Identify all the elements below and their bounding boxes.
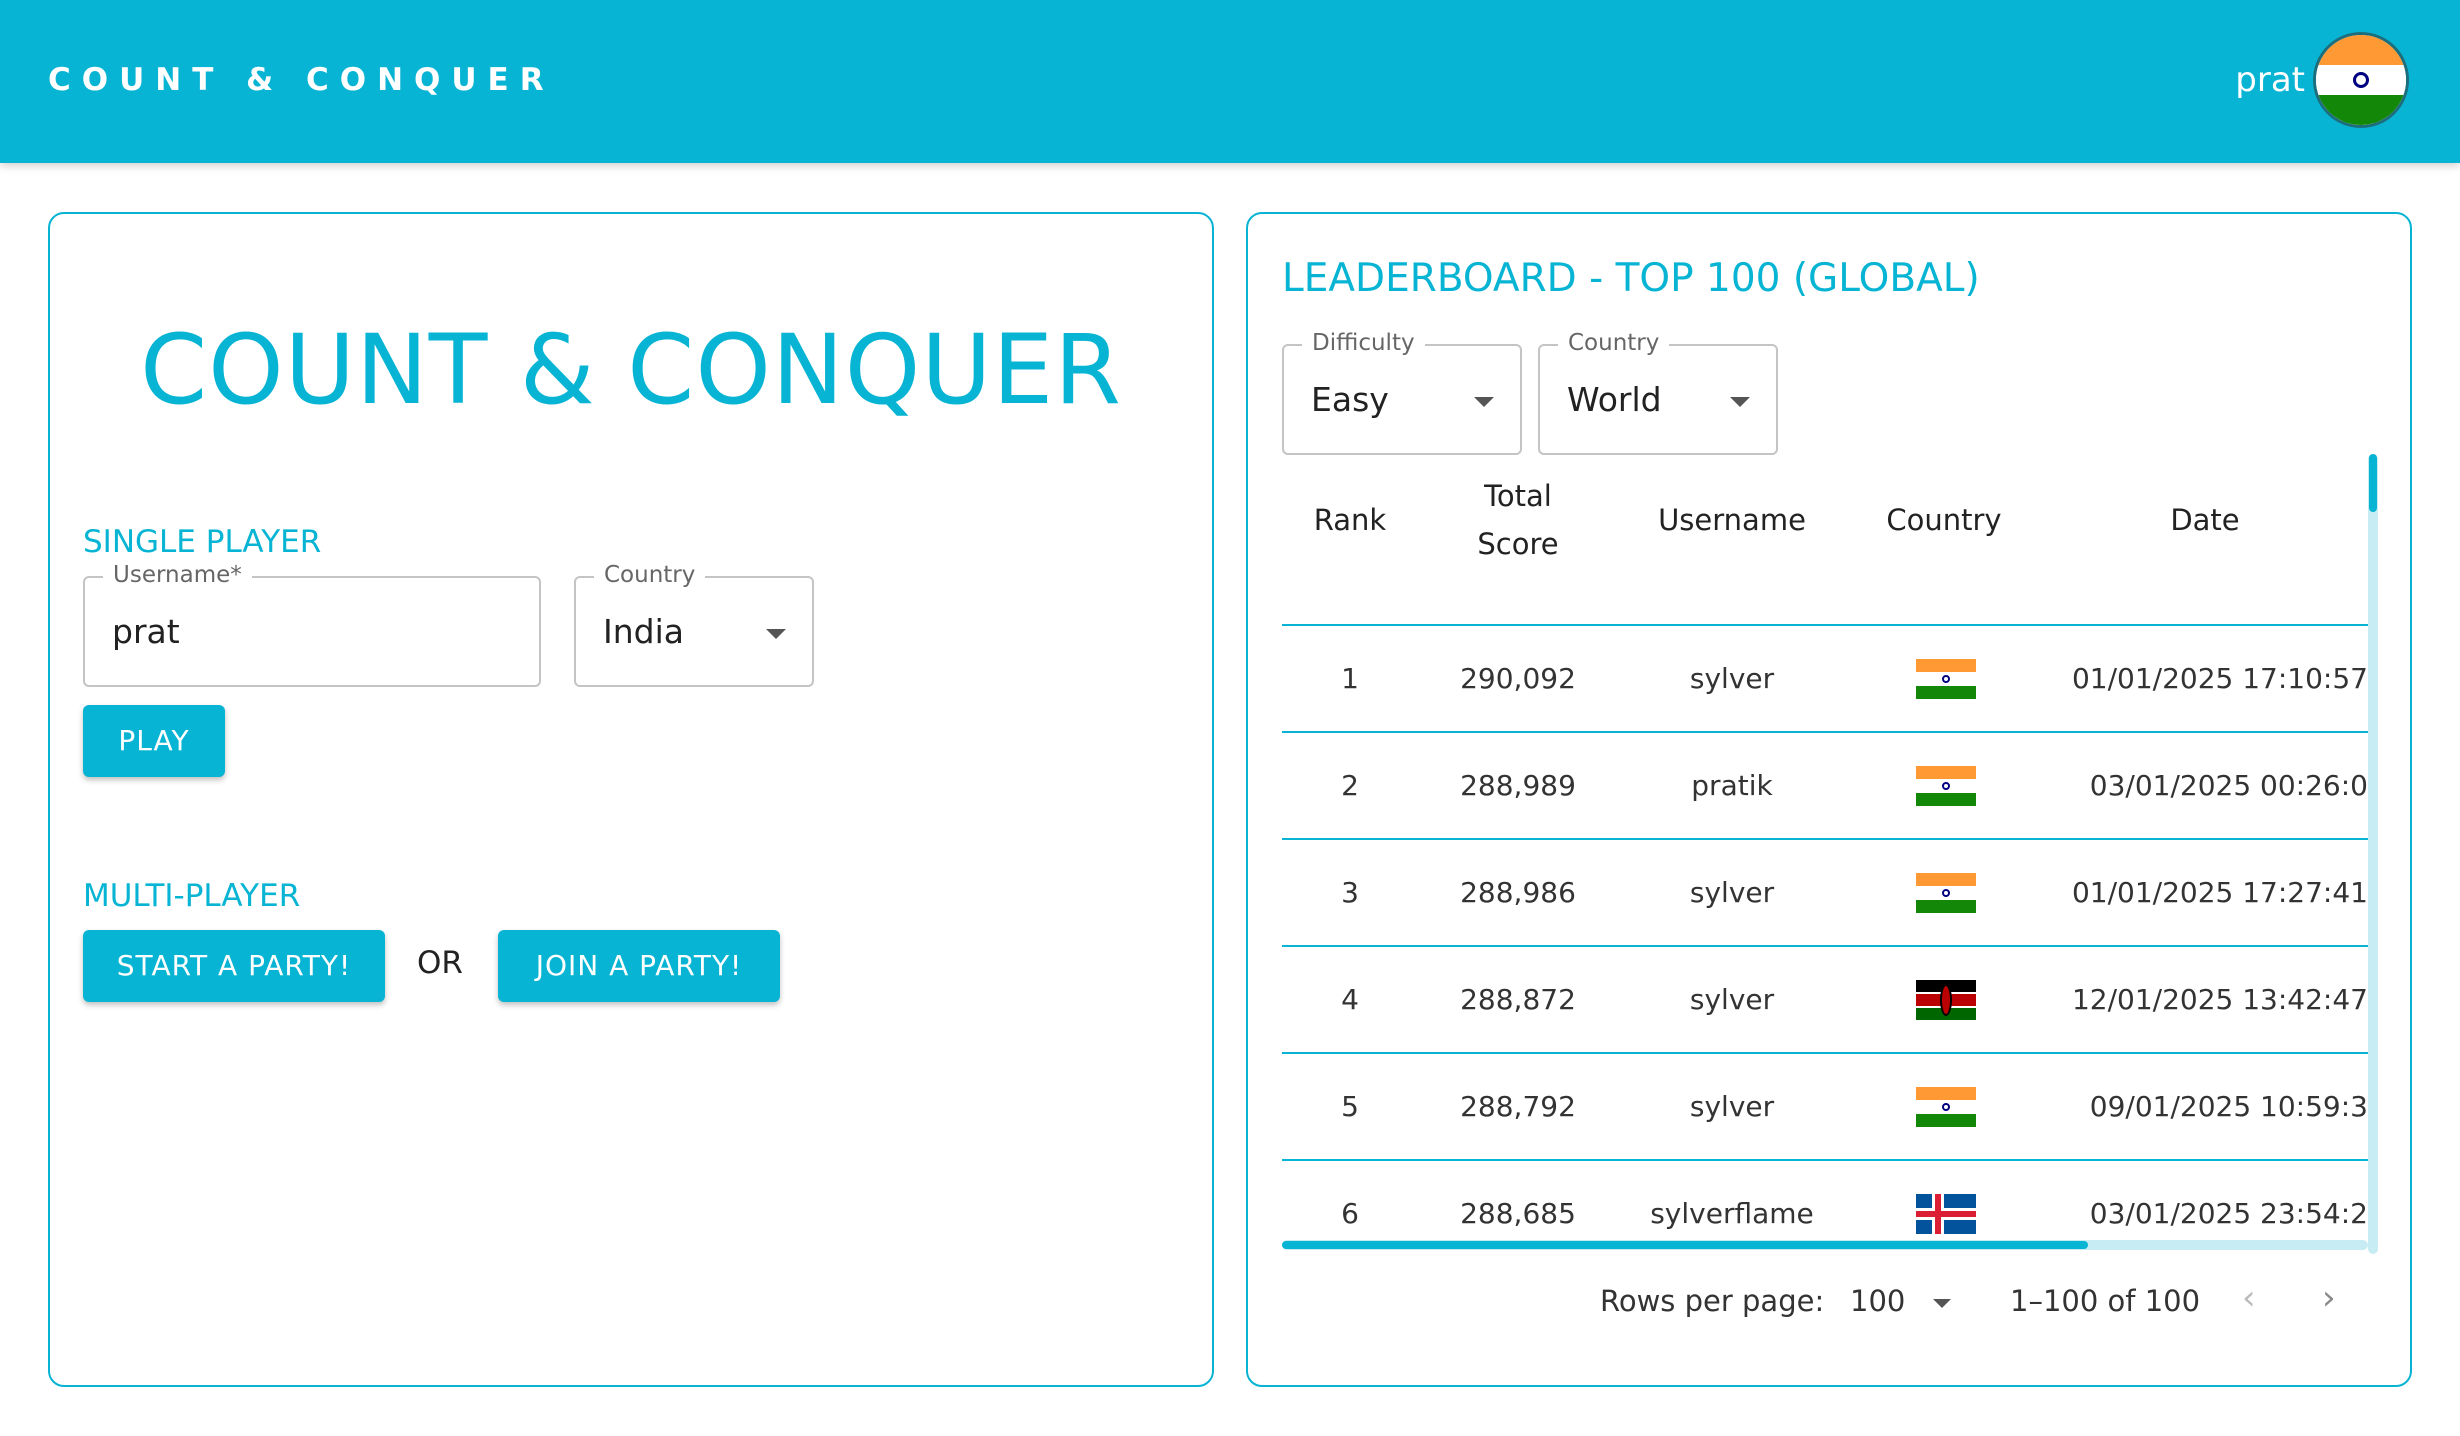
date-cell: 03/01/2025 23:54:2 [2089, 1197, 2368, 1230]
table-row[interactable]: 4 288,872 sylver 12/01/2025 13:42:47 [1282, 945, 2368, 1053]
play-button[interactable]: PLAY [83, 705, 225, 777]
column-header-total: Total [1484, 479, 1552, 513]
score-cell: 288,872 [1460, 983, 1576, 1016]
column-header-date[interactable]: Date [2042, 472, 2368, 568]
rank-cell: 5 [1341, 1090, 1359, 1123]
ashoka-chakra-icon [2353, 72, 2369, 88]
table-row[interactable]: 6 288,685 sylverflame 03/01/2025 23:54:2 [1282, 1159, 2368, 1267]
column-header-score: Score [1477, 527, 1559, 561]
score-cell: 290,092 [1460, 662, 1576, 695]
app-bar: COUNT & CONQUER prat [0, 0, 2460, 163]
leaderboard-card: LEADERBOARD - TOP 100 (GLOBAL) Difficult… [1246, 212, 2412, 1387]
column-header-username[interactable]: Username [1618, 472, 1846, 568]
next-page-button[interactable]: › [2322, 1278, 2336, 1318]
rows-per-page-select[interactable]: 100 [1850, 1284, 1951, 1318]
current-username: prat [2235, 60, 2305, 100]
rows-per-page-value: 100 [1850, 1284, 1906, 1318]
single-player-heading: SINGLE PLAYER [83, 524, 322, 560]
country-select[interactable]: Country India [574, 562, 814, 687]
india-flag-icon [1916, 1087, 1976, 1127]
pagination-range: 1–100 of 100 [2010, 1284, 2201, 1318]
date-cell: 03/01/2025 00:26:0 [2089, 769, 2368, 802]
rows-per-page-label: Rows per page: [1600, 1284, 1825, 1318]
date-cell: 01/01/2025 17:27:41 [2071, 876, 2368, 909]
column-header-total-score[interactable]: Total Score [1418, 472, 1618, 568]
join-party-button[interactable]: JOIN A PARTY! [498, 930, 780, 1002]
username-cell: sylver [1689, 876, 1775, 909]
score-cell: 288,989 [1460, 769, 1576, 802]
horizontal-scrollbar-track[interactable] [1282, 1240, 2368, 1250]
date-cell: 09/01/2025 10:59:3 [2089, 1090, 2368, 1123]
username-cell: sylverflame [1650, 1197, 1814, 1230]
horizontal-scrollbar-thumb[interactable] [1282, 1241, 2088, 1249]
date-cell: 01/01/2025 17:10:57 [2071, 662, 2368, 695]
column-header-country[interactable]: Country [1846, 472, 2042, 568]
username-cell: sylver [1689, 662, 1775, 695]
chevron-right-icon: › [2322, 1278, 2336, 1318]
vertical-scrollbar-thumb[interactable] [2369, 454, 2377, 512]
table-row[interactable]: 5 288,792 sylver 09/01/2025 10:59:3 [1282, 1052, 2368, 1160]
avatar[interactable] [2313, 32, 2409, 128]
vertical-scrollbar-track[interactable] [2368, 454, 2378, 1254]
difficulty-select-value: Easy [1311, 380, 1389, 419]
kenya-flag-icon [1916, 980, 1976, 1020]
username-field[interactable]: Username* prat [83, 562, 541, 687]
page-title: COUNT & CONQUER [140, 314, 1122, 426]
username-label: Username* [103, 562, 252, 588]
username-input-value[interactable]: prat [112, 612, 180, 651]
date-cell: 12/01/2025 13:42:47 [2071, 983, 2368, 1016]
username-cell: pratik [1691, 769, 1773, 802]
score-cell: 288,986 [1460, 876, 1576, 909]
table-row[interactable]: 2 288,989 pratik 03/01/2025 00:26:0 [1282, 731, 2368, 839]
rank-cell: 6 [1341, 1197, 1359, 1230]
country-select-value: India [603, 612, 684, 651]
india-flag-icon [1916, 659, 1976, 699]
username-cell: sylver [1689, 1090, 1775, 1123]
chevron-down-icon [766, 629, 786, 639]
leaderboard-country-label: Country [1558, 330, 1670, 356]
brand-title: COUNT & CONQUER [48, 62, 555, 98]
column-header-rank[interactable]: Rank [1282, 472, 1418, 568]
table-row[interactable]: 3 288,986 sylver 01/01/2025 17:27:41 [1282, 838, 2368, 946]
rank-cell: 1 [1341, 662, 1359, 695]
country-select-label: Country [594, 562, 706, 588]
score-cell: 288,685 [1460, 1197, 1576, 1230]
rank-cell: 4 [1341, 983, 1359, 1016]
chevron-left-icon: ‹ [2242, 1278, 2256, 1318]
leaderboard-country-value: World [1567, 380, 1662, 419]
rank-cell: 3 [1341, 876, 1359, 909]
iceland-flag-icon [1916, 1194, 1976, 1234]
username-cell: sylver [1689, 983, 1775, 1016]
table-row[interactable]: 1 290,092 sylver 01/01/2025 17:10:57 [1282, 624, 2368, 732]
india-flag-icon [1916, 873, 1976, 913]
chevron-down-icon [1730, 397, 1750, 407]
difficulty-select-label: Difficulty [1302, 330, 1425, 356]
game-setup-card: COUNT & CONQUER SINGLE PLAYER Username* … [48, 212, 1214, 1387]
difficulty-select[interactable]: Difficulty Easy [1282, 330, 1522, 455]
previous-page-button[interactable]: ‹ [2242, 1278, 2256, 1318]
rank-cell: 2 [1341, 769, 1359, 802]
leaderboard-title: LEADERBOARD - TOP 100 (GLOBAL) [1282, 256, 1980, 301]
start-party-button[interactable]: START A PARTY! [83, 930, 385, 1002]
india-flag-icon [1916, 766, 1976, 806]
leaderboard-country-select[interactable]: Country World [1538, 330, 1778, 455]
or-separator: OR [417, 945, 463, 981]
chevron-down-icon [1474, 397, 1494, 407]
score-cell: 288,792 [1460, 1090, 1576, 1123]
chevron-down-icon [1932, 1298, 1951, 1308]
multi-player-heading: MULTI-PLAYER [83, 878, 301, 914]
